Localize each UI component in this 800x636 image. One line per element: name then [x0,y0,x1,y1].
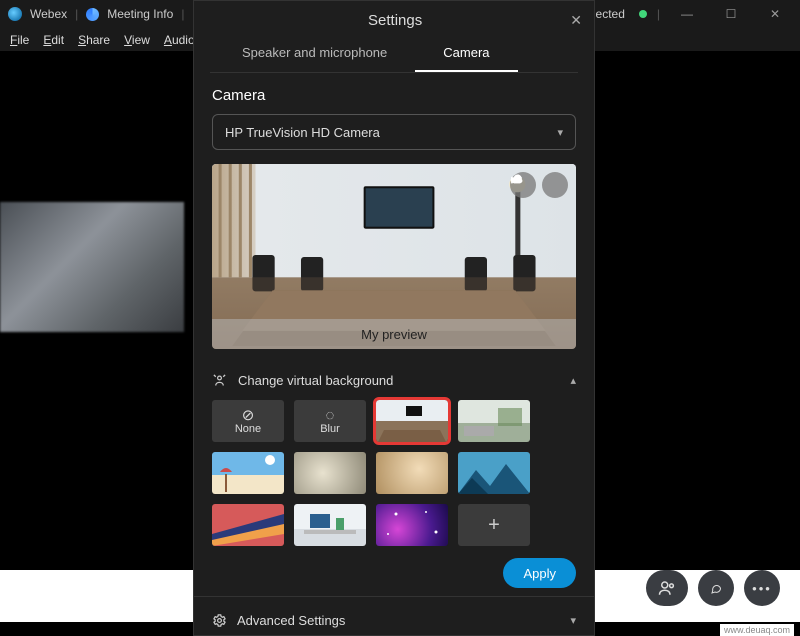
chevron-down-icon: ▾ [570,614,576,627]
advanced-settings-label: Advanced Settings [237,613,345,628]
advanced-settings-row[interactable]: Advanced Settings ▾ [212,605,576,632]
self-video-thumbnail[interactable] [0,202,184,332]
settings-title: Settings [220,12,570,29]
bg-thumb-desk [294,504,366,546]
camera-panel: Camera HP TrueVision HD Camera ▾ [194,73,594,635]
bg-option-beach[interactable] [212,452,284,494]
change-virtual-background-row[interactable]: Change virtual background ▴ [212,367,576,400]
gear-icon [212,613,227,628]
separator: | [657,7,660,21]
preview-label: My preview [212,319,576,349]
more-icon: ••• [752,581,772,596]
separator: | [181,7,184,21]
bg-option-none[interactable]: ⊘ None [212,400,284,442]
app-name: Webex [30,7,67,21]
bg-none-label: None [235,423,261,435]
menu-file[interactable]: File [10,33,29,47]
chevron-up-icon: ▴ [570,374,576,387]
maximize-button[interactable]: ☐ [714,7,748,21]
bg-option-blur[interactable]: ◌ Blur [294,400,366,442]
bg-option-soft-blur[interactable] [294,452,366,494]
chat-button[interactable] [698,570,734,606]
settings-close-button[interactable]: ✕ [570,12,582,29]
bg-option-mountains[interactable] [458,452,530,494]
watermark: www.deuaq.com [720,624,794,636]
bg-option-abstract-red[interactable] [212,504,284,546]
separator: | [75,7,78,21]
status-dot-icon [639,10,647,18]
participants-icon [658,579,676,597]
bg-blur-label: Blur [320,423,340,435]
bg-thumb-office [376,400,448,442]
chat-icon [710,580,722,597]
apply-button[interactable]: Apply [503,558,576,588]
bg-option-warm-blur[interactable] [376,452,448,494]
webex-logo-icon [8,7,22,21]
plus-icon: + [488,514,500,537]
menu-share[interactable]: Share [78,33,110,47]
bg-option-add[interactable]: + [458,504,530,546]
blur-icon: ◌ [326,408,335,423]
minimize-button[interactable]: — [670,7,704,21]
preview-like-button[interactable] [542,172,568,198]
camera-preview: My preview [212,164,576,349]
close-window-button[interactable]: ✕ [758,7,792,21]
bg-thumb-abstract [212,504,284,546]
tab-camera[interactable]: Camera [415,39,517,72]
bg-option-space[interactable] [376,504,448,546]
camera-select[interactable]: HP TrueVision HD Camera ▾ [212,114,576,150]
virtual-background-grid: ⊘ None ◌ Blur [212,400,576,546]
bg-thumb-space [376,504,448,546]
meeting-info-label[interactable]: Meeting Info [107,7,173,21]
bg-option-desk[interactable] [294,504,366,546]
bg-option-living-room[interactable] [458,400,530,442]
tab-speaker-microphone[interactable]: Speaker and microphone [214,39,415,72]
more-options-button[interactable]: ••• [744,570,780,606]
participants-button[interactable] [646,570,688,606]
meeting-info-icon [86,8,99,21]
virtual-background-icon [212,373,228,388]
divider [194,596,594,597]
chevron-down-icon: ▾ [557,126,563,139]
menu-edit[interactable]: Edit [43,33,64,47]
menu-view[interactable]: View [124,33,150,47]
none-icon: ⊘ [242,408,255,423]
camera-selected-value: HP TrueVision HD Camera [225,125,380,140]
camera-section-title: Camera [212,87,576,104]
settings-tabs: Speaker and microphone Camera [194,39,594,72]
change-virtual-background-label: Change virtual background [238,373,393,388]
bg-option-office[interactable] [376,400,448,442]
bottom-controls: ••• [646,570,780,606]
settings-dialog: Settings ✕ Speaker and microphone Camera… [193,0,595,636]
thumbs-up-icon [510,172,523,185]
bg-thumb-beach [212,452,284,494]
bg-thumb-living [458,400,530,442]
bg-thumb-mountains [458,452,530,494]
